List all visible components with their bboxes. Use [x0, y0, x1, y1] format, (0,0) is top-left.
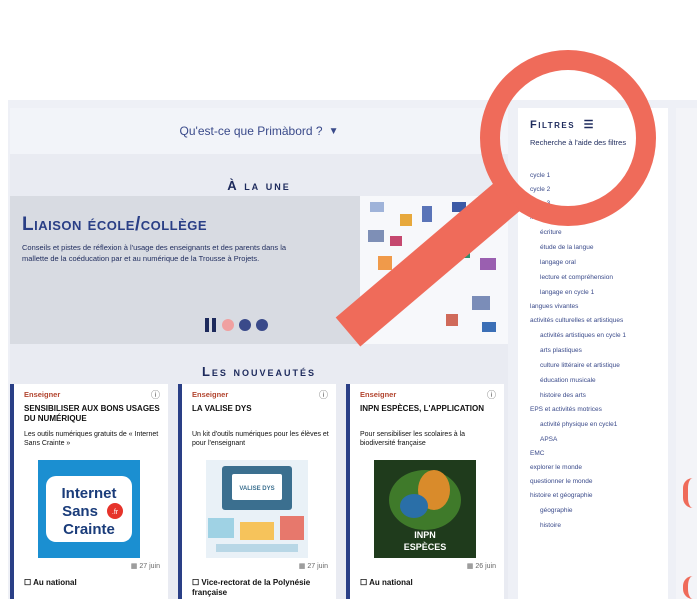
card-title[interactable]: LA VALISE DYS — [192, 404, 330, 414]
filter-item[interactable]: histoire — [530, 521, 665, 531]
filter-item[interactable]: cycle 1 — [530, 171, 665, 181]
pause-icon[interactable] — [205, 318, 217, 332]
filter-item[interactable]: explorer le monde — [530, 463, 665, 473]
thumb-text-2: ESPÈCES — [404, 542, 447, 552]
filter-item[interactable]: histoire des arts — [530, 391, 665, 401]
filter-item[interactable]: langage en cycle 1 — [530, 288, 665, 298]
accent-decoration — [683, 576, 697, 599]
info-icon[interactable]: ⓘ — [319, 388, 328, 401]
filter-list: cycle 1 cycle 2 cycle 3 français écriture étu… — [530, 167, 665, 531]
info-icon[interactable]: ⓘ — [487, 388, 496, 401]
carousel-dot-1[interactable] — [222, 319, 234, 331]
valise-dys-thumbnail: VALISE DYS — [206, 460, 308, 558]
a-la-une-heading: À la une — [227, 178, 291, 193]
logo-word-1: Internet — [61, 485, 116, 502]
logo-word-3: Crainte — [63, 521, 115, 538]
carousel-illustration — [360, 196, 508, 344]
filter-item[interactable]: activités artistiques en cycle 1 — [530, 331, 665, 341]
filter-item[interactable]: APSA — [530, 435, 665, 445]
internet-sans-crainte-logo: Internet Sans Crainte .fr — [38, 460, 140, 558]
card-category: Enseigner — [192, 390, 229, 399]
filter-item[interactable]: cycle 3 — [530, 199, 665, 209]
card-title[interactable]: INPN ESPÈCES, L'APPLICATION — [360, 404, 498, 414]
filter-item[interactable]: EMC — [530, 449, 665, 459]
inpn-especes-thumbnail: INPN ESPÈCES — [374, 460, 476, 558]
carousel-controls — [205, 318, 268, 332]
nouveautes-heading: Les nouveautés — [201, 364, 317, 379]
filter-item[interactable]: cycle 2 — [530, 185, 665, 195]
filter-item[interactable]: langues vivantes — [530, 302, 665, 312]
card-category: Enseigner — [24, 390, 61, 399]
card-title[interactable]: SENSIBILISER AUX BONS USAGES DU NUMÉRIQU… — [24, 404, 162, 424]
filter-item[interactable]: lecture et compréhension — [530, 273, 665, 283]
resource-card[interactable]: Enseigner ⓘ LA VALISE DYS Un kit d'outil… — [178, 384, 336, 599]
card-description: Pour sensibiliser les scolaires à la bio… — [360, 431, 466, 447]
filter-item[interactable]: EPS et activités motrices — [530, 405, 665, 415]
thumb-text-1: INPN — [414, 530, 436, 540]
filter-item[interactable]: activités culturelles et artistiques — [530, 316, 665, 326]
thumb-text: VALISE DYS — [239, 486, 274, 492]
filter-item[interactable]: histoire et géographie — [530, 491, 665, 501]
filter-item[interactable]: langage oral — [530, 258, 665, 268]
accent-decoration — [683, 478, 697, 508]
filters-subtitle: Recherche à l'aide des filtres — [530, 138, 627, 147]
card-description: Les outils numériques gratuits de « Inte… — [24, 431, 159, 447]
card-category: Enseigner — [360, 390, 397, 399]
slide-title[interactable]: Liaison école/collège — [22, 214, 207, 236]
logo-suffix: .fr — [112, 509, 119, 516]
filter-sliders-icon[interactable]: ☰ — [584, 119, 595, 131]
carousel-dot-3[interactable] — [256, 319, 268, 331]
filter-item[interactable]: culture littéraire et artistique — [530, 361, 665, 371]
logo-word-2: Sans — [62, 503, 98, 520]
primabord-question-link[interactable]: Qu'est-ce que Primàbord ? ▼ — [10, 108, 508, 154]
card-location: ☐ Au national — [360, 578, 413, 587]
slide-description: Conseils et pistes de réflexion à l'usag… — [22, 243, 287, 263]
filter-item[interactable]: questionner le monde — [530, 477, 665, 487]
card-date: ▦ 27 juin — [130, 563, 160, 570]
resource-card[interactable]: Enseigner ⓘ SENSIBILISER AUX BONS USAGES… — [10, 384, 168, 599]
carousel-dot-2[interactable] — [239, 319, 251, 331]
filter-item[interactable]: étude de la langue — [530, 243, 665, 253]
filter-item[interactable]: français — [530, 213, 665, 223]
filter-item[interactable]: écriture — [530, 228, 665, 238]
card-date: ▦ 27 juin — [298, 563, 328, 570]
page-edge — [676, 108, 697, 599]
card-location: ☐ Au national — [24, 578, 77, 587]
filter-item[interactable]: arts plastiques — [530, 346, 665, 356]
card-description: Un kit d'outils numériques pour les élèv… — [192, 431, 329, 447]
filters-heading: Filtres ☰ — [530, 119, 596, 131]
card-location: ☐ Vice-rectorat de la Polynésie français… — [192, 578, 311, 597]
filter-item[interactable]: activité physique en cycle1 — [530, 420, 665, 430]
card-date: ▦ 26 juin — [466, 563, 496, 570]
info-icon[interactable]: ⓘ — [151, 388, 160, 401]
resource-card[interactable]: Enseigner ⓘ INPN ESPÈCES, L'APPLICATION … — [346, 384, 504, 599]
question-text: Qu'est-ce que Primàbord ? — [179, 124, 323, 138]
filter-item[interactable]: géographie — [530, 506, 665, 516]
filter-item[interactable]: éducation musicale — [530, 376, 665, 386]
dropdown-arrow-icon: ▼ — [328, 125, 339, 137]
